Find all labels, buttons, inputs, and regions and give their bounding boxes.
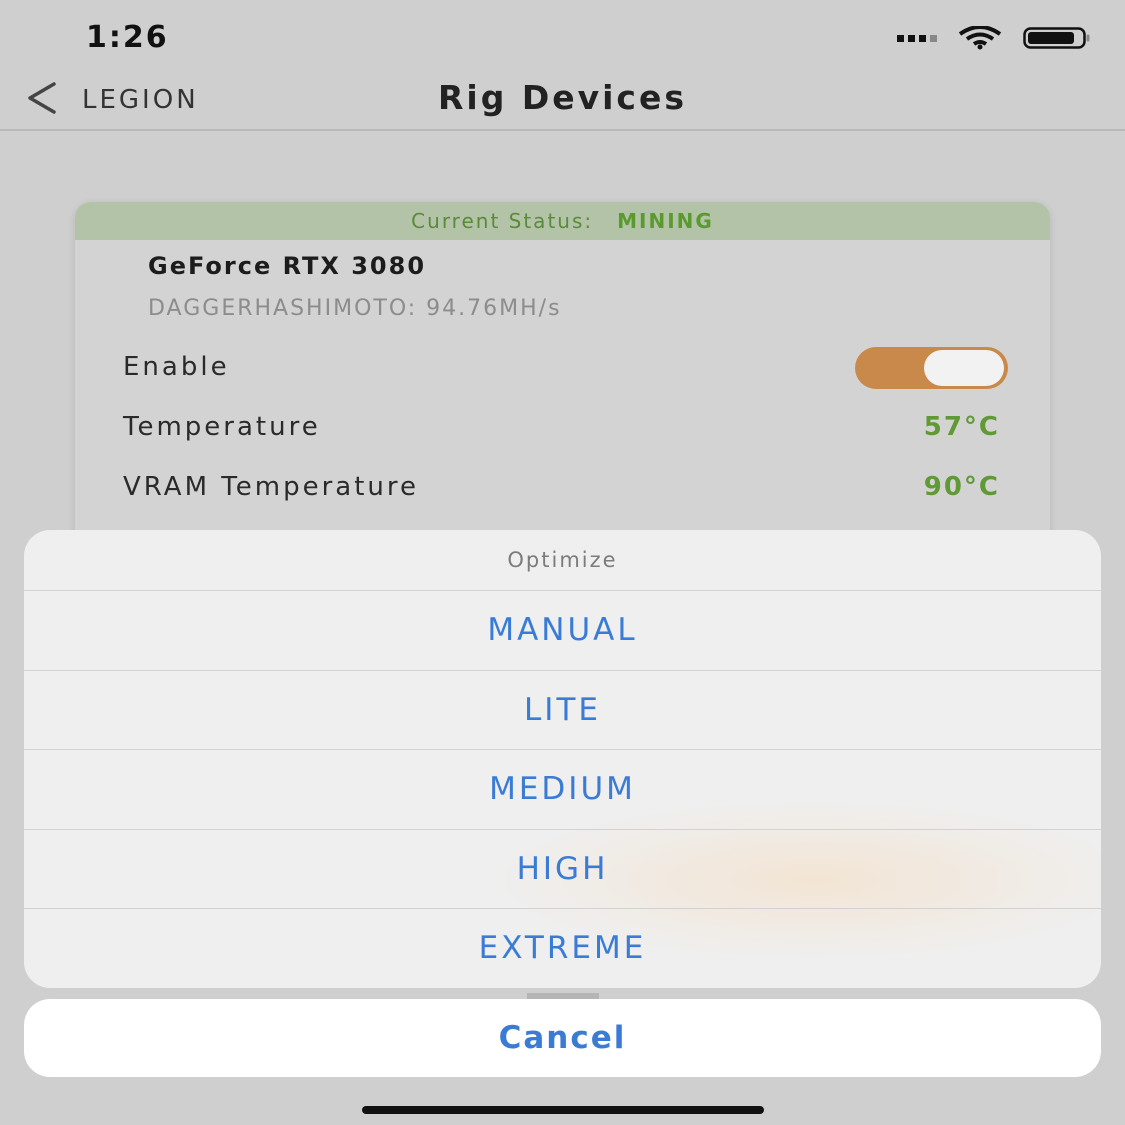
enable-toggle[interactable] (855, 347, 1008, 389)
wifi-icon (957, 26, 1003, 50)
navigation-bar: LEGION Rig Devices (0, 70, 1125, 131)
option-high[interactable]: HIGH (24, 830, 1101, 909)
status-strip: Current Status: MINING (75, 202, 1050, 240)
action-sheet-title: Optimize (24, 530, 1101, 591)
status-time: 1:26 (86, 20, 169, 55)
status-label: Current Status: (411, 209, 594, 233)
cancel-button[interactable]: Cancel (24, 999, 1101, 1077)
device-name: GeForce RTX 3080 (148, 252, 427, 280)
option-medium[interactable]: MEDIUM (24, 750, 1101, 830)
status-badge: MINING (617, 209, 714, 233)
toggle-knob (924, 350, 1004, 386)
device-card: Current Status: MINING GeForce RTX 3080 D… (75, 202, 1050, 562)
option-extreme[interactable]: EXTREME (24, 909, 1101, 988)
status-bar: 1:26 (0, 0, 1125, 70)
battery-icon (1023, 26, 1091, 50)
cellular-signal-icon (897, 34, 937, 42)
enable-label: Enable (123, 352, 230, 382)
home-indicator[interactable] (362, 1106, 764, 1114)
option-lite[interactable]: LITE (24, 671, 1101, 750)
vram-temperature-label: VRAM Temperature (123, 472, 419, 502)
temperature-value: 57°C (923, 412, 1000, 442)
page-title: Rig Devices (437, 78, 687, 117)
device-algorithm: DAGGERHASHIMOTO: 94.76MH/s (148, 296, 562, 321)
optimize-action-sheet: Optimize MANUAL LITE MEDIUM HIGH EXTREME (24, 530, 1101, 988)
status-icons (897, 26, 1091, 50)
option-manual[interactable]: MANUAL (24, 591, 1101, 671)
temperature-label: Temperature (123, 412, 321, 442)
vram-temperature-value: 90°C (923, 472, 1000, 502)
